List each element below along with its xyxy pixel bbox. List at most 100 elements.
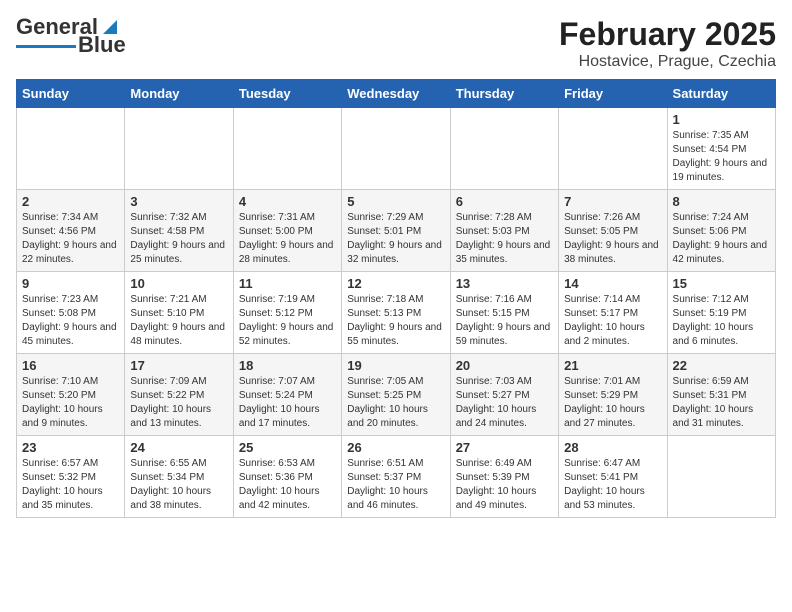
- day-info: Sunrise: 7:26 AM Sunset: 5:05 PM Dayligh…: [564, 211, 661, 267]
- day-number: 19: [347, 358, 444, 373]
- week-row-4: 16Sunrise: 7:10 AM Sunset: 5:20 PM Dayli…: [17, 354, 776, 436]
- day-info: Sunrise: 7:32 AM Sunset: 4:58 PM Dayligh…: [130, 211, 227, 267]
- day-info: Sunrise: 7:21 AM Sunset: 5:10 PM Dayligh…: [130, 293, 227, 349]
- day-number: 12: [347, 276, 444, 291]
- day-cell: 24 Sunrise: 6:55 AM Sunset: 5:34 PM Dayli…: [125, 436, 233, 518]
- day-cell: [667, 436, 775, 518]
- day-info: Sunrise: 7:23 AM Sunset: 5:08 PM Dayligh…: [22, 293, 119, 349]
- day-info: Sunrise: 7:19 AM Sunset: 5:12 PM Dayligh…: [239, 293, 336, 349]
- day-number: 6: [456, 194, 553, 209]
- day-cell: 22Sunrise: 6:59 AM Sunset: 5:31 PM Dayli…: [667, 354, 775, 436]
- day-info: Sunrise: 7:16 AM Sunset: 5:15 PM Dayligh…: [456, 293, 553, 349]
- day-number: 25: [239, 440, 336, 455]
- day-cell: 26 Sunrise: 6:51 AM Sunset: 5:37 PM Dayli…: [342, 436, 450, 518]
- logo: General Blue: [16, 16, 126, 56]
- calendar-subtitle: Hostavice, Prague, Czechia: [559, 53, 776, 71]
- day-number: 3: [130, 194, 227, 209]
- day-info: Sunrise: 6:57 AM Sunset: 5:32 PM Dayligh…: [22, 457, 119, 513]
- day-info: Sunrise: 6:51 AM Sunset: 5:37 PM Dayligh…: [347, 457, 444, 513]
- week-row-5: 23Sunrise: 6:57 AM Sunset: 5:32 PM Dayli…: [17, 436, 776, 518]
- day-number: 2: [22, 194, 119, 209]
- day-cell: 25 Sunrise: 6:53 AM Sunset: 5:36 PM Dayli…: [233, 436, 341, 518]
- day-cell: 3 Sunrise: 7:32 AM Sunset: 4:58 PM Daylig…: [125, 190, 233, 272]
- day-info: Sunrise: 6:49 AM Sunset: 5:39 PM Dayligh…: [456, 457, 553, 513]
- day-info: Sunrise: 6:55 AM Sunset: 5:34 PM Dayligh…: [130, 457, 227, 513]
- header-wednesday: Wednesday: [342, 80, 450, 108]
- day-cell: 12 Sunrise: 7:18 AM Sunset: 5:13 PM Dayli…: [342, 272, 450, 354]
- day-cell: 4Sunrise: 7:31 AM Sunset: 5:00 PM Daylig…: [233, 190, 341, 272]
- week-row-2: 2 Sunrise: 7:34 AM Sunset: 4:56 PM Daylig…: [17, 190, 776, 272]
- day-cell: 13Sunrise: 7:16 AM Sunset: 5:15 PM Dayli…: [450, 272, 558, 354]
- header-friday: Friday: [559, 80, 667, 108]
- day-number: 22: [673, 358, 770, 373]
- day-cell: [17, 108, 125, 190]
- page-header: General Blue February 2025 Hostavice, Pr…: [16, 16, 776, 71]
- day-info: Sunrise: 7:07 AM Sunset: 5:24 PM Dayligh…: [239, 375, 336, 431]
- day-number: 18: [239, 358, 336, 373]
- day-cell: 14 Sunrise: 7:14 AM Sunset: 5:17 PM Dayli…: [559, 272, 667, 354]
- day-number: 26: [347, 440, 444, 455]
- day-cell: [559, 108, 667, 190]
- day-number: 10: [130, 276, 227, 291]
- day-cell: 2 Sunrise: 7:34 AM Sunset: 4:56 PM Daylig…: [17, 190, 125, 272]
- header-monday: Monday: [125, 80, 233, 108]
- day-number: 21: [564, 358, 661, 373]
- header-sunday: Sunday: [17, 80, 125, 108]
- day-cell: 10 Sunrise: 7:21 AM Sunset: 5:10 PM Dayli…: [125, 272, 233, 354]
- title-block: February 2025 Hostavice, Prague, Czechia: [559, 16, 776, 71]
- day-info: Sunrise: 7:24 AM Sunset: 5:06 PM Dayligh…: [673, 211, 770, 267]
- day-info: Sunrise: 7:01 AM Sunset: 5:29 PM Dayligh…: [564, 375, 661, 431]
- day-info: Sunrise: 7:05 AM Sunset: 5:25 PM Dayligh…: [347, 375, 444, 431]
- day-info: Sunrise: 7:29 AM Sunset: 5:01 PM Dayligh…: [347, 211, 444, 267]
- day-number: 14: [564, 276, 661, 291]
- day-number: 24: [130, 440, 227, 455]
- day-info: Sunrise: 6:47 AM Sunset: 5:41 PM Dayligh…: [564, 457, 661, 513]
- day-number: 27: [456, 440, 553, 455]
- week-row-3: 9 Sunrise: 7:23 AM Sunset: 5:08 PM Daylig…: [17, 272, 776, 354]
- day-cell: 7 Sunrise: 7:26 AM Sunset: 5:05 PM Daylig…: [559, 190, 667, 272]
- day-info: Sunrise: 7:03 AM Sunset: 5:27 PM Dayligh…: [456, 375, 553, 431]
- day-info: Sunrise: 7:28 AM Sunset: 5:03 PM Dayligh…: [456, 211, 553, 267]
- day-cell: [450, 108, 558, 190]
- day-cell: [342, 108, 450, 190]
- day-info: Sunrise: 7:09 AM Sunset: 5:22 PM Dayligh…: [130, 375, 227, 431]
- day-cell: 9 Sunrise: 7:23 AM Sunset: 5:08 PM Daylig…: [17, 272, 125, 354]
- day-info: Sunrise: 7:34 AM Sunset: 4:56 PM Dayligh…: [22, 211, 119, 267]
- day-number: 9: [22, 276, 119, 291]
- day-cell: [125, 108, 233, 190]
- day-number: 7: [564, 194, 661, 209]
- day-cell: 23Sunrise: 6:57 AM Sunset: 5:32 PM Dayli…: [17, 436, 125, 518]
- header-thursday: Thursday: [450, 80, 558, 108]
- day-cell: 1 Sunrise: 7:35 AM Sunset: 4:54 PM Daylig…: [667, 108, 775, 190]
- day-cell: 16Sunrise: 7:10 AM Sunset: 5:20 PM Dayli…: [17, 354, 125, 436]
- header-tuesday: Tuesday: [233, 80, 341, 108]
- week-row-1: 1 Sunrise: 7:35 AM Sunset: 4:54 PM Daylig…: [17, 108, 776, 190]
- day-info: Sunrise: 7:14 AM Sunset: 5:17 PM Dayligh…: [564, 293, 661, 349]
- calendar-header-row: Sunday Monday Tuesday Wednesday Thursday…: [17, 80, 776, 108]
- day-cell: 5 Sunrise: 7:29 AM Sunset: 5:01 PM Daylig…: [342, 190, 450, 272]
- day-cell: 6 Sunrise: 7:28 AM Sunset: 5:03 PM Daylig…: [450, 190, 558, 272]
- calendar-table: Sunday Monday Tuesday Wednesday Thursday…: [16, 79, 776, 518]
- day-number: 15: [673, 276, 770, 291]
- day-number: 11: [239, 276, 336, 291]
- logo-line: [16, 45, 76, 48]
- day-cell: 19 Sunrise: 7:05 AM Sunset: 5:25 PM Dayli…: [342, 354, 450, 436]
- header-saturday: Saturday: [667, 80, 775, 108]
- day-number: 8: [673, 194, 770, 209]
- day-number: 28: [564, 440, 661, 455]
- day-info: Sunrise: 7:18 AM Sunset: 5:13 PM Dayligh…: [347, 293, 444, 349]
- day-info: Sunrise: 7:35 AM Sunset: 4:54 PM Dayligh…: [673, 129, 770, 185]
- day-cell: 17 Sunrise: 7:09 AM Sunset: 5:22 PM Dayli…: [125, 354, 233, 436]
- day-number: 1: [673, 112, 770, 127]
- day-cell: [233, 108, 341, 190]
- day-cell: 15Sunrise: 7:12 AM Sunset: 5:19 PM Dayli…: [667, 272, 775, 354]
- day-info: Sunrise: 7:10 AM Sunset: 5:20 PM Dayligh…: [22, 375, 119, 431]
- day-cell: 27 Sunrise: 6:49 AM Sunset: 5:39 PM Dayli…: [450, 436, 558, 518]
- day-cell: 11 Sunrise: 7:19 AM Sunset: 5:12 PM Dayli…: [233, 272, 341, 354]
- day-cell: 20Sunrise: 7:03 AM Sunset: 5:27 PM Dayli…: [450, 354, 558, 436]
- day-cell: 18 Sunrise: 7:07 AM Sunset: 5:24 PM Dayli…: [233, 354, 341, 436]
- day-info: Sunrise: 6:53 AM Sunset: 5:36 PM Dayligh…: [239, 457, 336, 513]
- day-number: 17: [130, 358, 227, 373]
- day-cell: 28 Sunrise: 6:47 AM Sunset: 5:41 PM Dayli…: [559, 436, 667, 518]
- day-number: 5: [347, 194, 444, 209]
